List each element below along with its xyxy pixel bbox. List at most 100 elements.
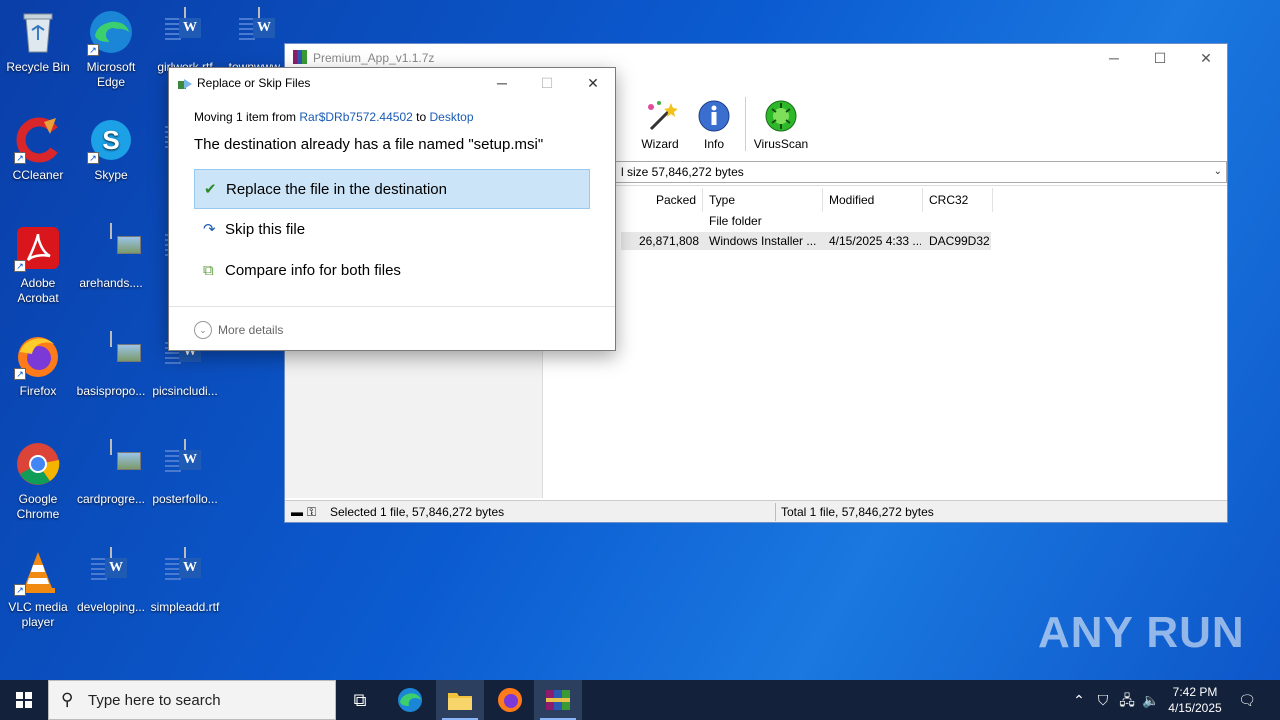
moving-info: Moving 1 item from Rar$DRb7572.44502 to … bbox=[194, 110, 474, 124]
shortcut-arrow-icon: ↗ bbox=[14, 368, 26, 380]
key-icon: ⚿ bbox=[307, 505, 317, 519]
desktop-icon-edge[interactable]: ↗ Microsoft Edge bbox=[73, 8, 149, 90]
notification-icon: 🗨 bbox=[1238, 692, 1256, 708]
wizard-button[interactable]: Wizard bbox=[630, 99, 690, 151]
conflict-message: The destination already has a file named… bbox=[194, 136, 544, 153]
adobe-acrobat-icon: ↗ bbox=[14, 224, 62, 272]
desktop-icon-developing[interactable]: W developing... bbox=[73, 547, 149, 615]
chevron-down-icon[interactable]: ⌄ bbox=[1214, 162, 1222, 182]
desktop-icon-girlwork[interactable]: W girlwork.rtf bbox=[147, 7, 223, 75]
column-header-modified[interactable]: Modified bbox=[823, 188, 923, 212]
status-divider bbox=[775, 503, 776, 521]
shortcut-arrow-icon: ↗ bbox=[14, 152, 26, 164]
taskbar-winrar-button[interactable] bbox=[534, 680, 582, 720]
column-header-crc32[interactable]: CRC32 bbox=[923, 188, 993, 212]
maximize-button[interactable]: ☐ bbox=[1137, 44, 1183, 72]
desktop-icon-simpleadd[interactable]: W simpleadd.rtf bbox=[147, 547, 223, 615]
column-header-type[interactable]: Type bbox=[703, 188, 823, 212]
magic-wand-icon bbox=[643, 99, 678, 133]
clock-date: 4/15/2025 bbox=[1168, 701, 1222, 715]
column-header-packed[interactable]: Packed bbox=[621, 188, 703, 212]
network-icon[interactable]: 🖧 bbox=[1116, 680, 1138, 720]
dialog-minimize-button[interactable]: ─ bbox=[479, 68, 525, 98]
desktop-icon-basisproposal[interactable]: basispropo... bbox=[73, 331, 149, 399]
desktop-icon-firefox[interactable]: ↗ Firefox bbox=[0, 332, 76, 399]
to-word: to bbox=[412, 110, 430, 124]
desktop-icon-acrobat[interactable]: ↗ Adobe Acrobat bbox=[0, 224, 76, 306]
search-placeholder: Type here to search bbox=[88, 692, 221, 709]
firefox-icon: ↗ bbox=[14, 332, 62, 380]
skip-option[interactable]: ↷ Skip this file bbox=[194, 210, 590, 250]
virusscan-button[interactable]: VirusScan bbox=[751, 99, 811, 151]
checkmark-icon: ✔ bbox=[204, 181, 217, 198]
virus-bug-icon bbox=[764, 99, 798, 133]
row-0-type[interactable]: File folder bbox=[709, 212, 819, 230]
row-1-packed[interactable]: 26,871,808 bbox=[623, 232, 699, 250]
info-label: Info bbox=[703, 137, 724, 151]
shortcut-arrow-icon: ↗ bbox=[14, 260, 26, 272]
desktop-icon-arehands[interactable]: arehands.... bbox=[73, 223, 149, 291]
chevron-up-icon: ⌃ bbox=[1073, 692, 1085, 708]
more-details-label: More details bbox=[218, 323, 284, 337]
row-1-type[interactable]: Windows Installer ... bbox=[709, 232, 819, 250]
toolbar-separator bbox=[745, 97, 746, 151]
close-button[interactable]: ✕ bbox=[1183, 44, 1229, 72]
row-1-crc32[interactable]: DAC99D32 bbox=[929, 232, 991, 250]
desktop-icon-vlc[interactable]: ↗ VLC media player bbox=[0, 548, 76, 630]
notifications-button[interactable]: 🗨 bbox=[1232, 680, 1262, 720]
skype-icon: S ↗ bbox=[87, 116, 135, 164]
image-document-icon bbox=[87, 331, 141, 380]
path-text: l size 57,846,272 bytes bbox=[621, 165, 744, 179]
desktop-icon-skype[interactable]: S ↗ Skype bbox=[73, 116, 149, 183]
desktop-icon-chrome[interactable]: Google Chrome bbox=[0, 440, 76, 522]
task-view-button[interactable]: ⧉ bbox=[336, 680, 384, 720]
taskbar-clock[interactable]: 7:42 PM 4/15/2025 bbox=[1162, 684, 1228, 716]
dialog-close-button[interactable]: ✕ bbox=[570, 68, 616, 98]
info-icon bbox=[697, 99, 731, 133]
word-document-icon: W bbox=[235, 7, 283, 56]
taskbar: ⚲ Type here to search ⧉ ⌃ ⛉ 🖧 🔈 7:42 PM … bbox=[0, 680, 1280, 720]
file-move-icon bbox=[178, 78, 192, 89]
recycle-bin-icon bbox=[14, 8, 62, 56]
row-1-modified[interactable]: 4/15/2025 4:33 ... bbox=[829, 232, 921, 250]
start-button[interactable] bbox=[0, 680, 48, 720]
minimize-button[interactable]: ─ bbox=[1091, 44, 1137, 72]
source-link[interactable]: Rar$DRb7572.44502 bbox=[299, 110, 412, 124]
replace-or-skip-dialog[interactable]: Replace or Skip Files ─ ☐ ✕ Moving 1 ite… bbox=[168, 67, 616, 351]
show-hidden-icons-button[interactable]: ⌃ bbox=[1068, 680, 1090, 720]
compare-option[interactable]: ⧉ Compare info for both files bbox=[194, 251, 590, 291]
shortcut-arrow-icon: ↗ bbox=[14, 584, 26, 596]
replace-option[interactable]: ✔ Replace the file in the destination bbox=[194, 169, 590, 209]
desktop-icon-posterfollow[interactable]: W posterfollo... bbox=[147, 439, 223, 507]
status-total: Total 1 file, 57,846,272 bytes bbox=[781, 505, 934, 519]
shortcut-arrow-icon: ↗ bbox=[87, 44, 99, 56]
desktop-icon-cardprogress[interactable]: cardprogre... bbox=[73, 439, 149, 507]
taskbar-file-explorer-button[interactable] bbox=[436, 680, 484, 720]
compare-option-label: Compare info for both files bbox=[225, 262, 401, 279]
winrar-icon bbox=[546, 690, 570, 710]
replace-option-label: Replace the file in the destination bbox=[226, 181, 447, 198]
taskbar-firefox-button[interactable] bbox=[486, 680, 534, 720]
edge-icon bbox=[398, 688, 422, 712]
windows-logo-icon bbox=[16, 692, 32, 708]
skip-arrow-icon: ↷ bbox=[203, 221, 216, 238]
status-selected: Selected 1 file, 57,846,272 bytes bbox=[330, 505, 505, 519]
file-list[interactable]: Packed Type Modified CRC32 File folder 2… bbox=[543, 185, 1227, 498]
edge-icon: ↗ bbox=[87, 8, 135, 56]
search-icon: ⚲ bbox=[61, 690, 74, 709]
taskbar-search-box[interactable]: ⚲ Type here to search bbox=[48, 680, 336, 720]
dialog-maximize-button: ☐ bbox=[540, 75, 554, 91]
path-bar[interactable]: l size 57,846,272 bytes ⌄ bbox=[611, 161, 1227, 183]
desktop-icon-recycle-bin[interactable]: Recycle Bin bbox=[0, 8, 76, 75]
window-title: Premium_App_v1.1.7z bbox=[313, 51, 435, 65]
desktop-icon-ccleaner[interactable]: ↗ CCleaner bbox=[0, 116, 76, 183]
destination-link[interactable]: Desktop bbox=[429, 110, 473, 124]
folder-icon bbox=[448, 693, 472, 710]
more-details-toggle[interactable]: ⌄ More details bbox=[194, 321, 283, 339]
info-button[interactable]: Info bbox=[684, 99, 744, 151]
taskbar-edge-button[interactable] bbox=[386, 680, 434, 720]
volume-icon[interactable]: 🔈 bbox=[1140, 680, 1162, 720]
task-view-icon: ⧉ bbox=[353, 690, 367, 710]
ccleaner-icon: ↗ bbox=[14, 116, 62, 164]
tray-security-icon[interactable]: ⛉ bbox=[1092, 680, 1114, 720]
